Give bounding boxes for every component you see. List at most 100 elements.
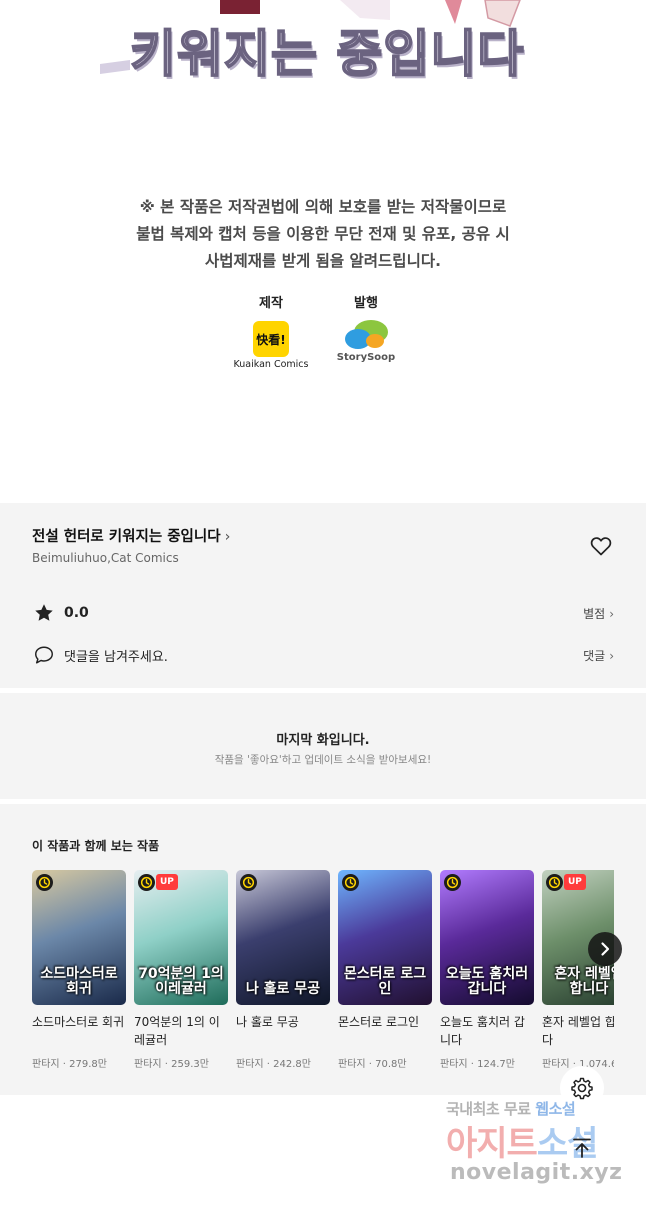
comment-link[interactable]: 댓글 › [583, 647, 614, 664]
recommendation-card[interactable]: 나 홀로 무공 나 홀로 무공 판타지 · 242.8만 [236, 870, 330, 1070]
series-title-link[interactable]: 전설 헌터로 키워지는 중입니다 › [32, 525, 230, 546]
production-label: 제작 [259, 296, 283, 311]
comment-link-label: 댓글 [583, 648, 606, 663]
scroll-top-button[interactable] [566, 1132, 598, 1164]
comic-panel: 키워지는 중입니다 ※ 본 작품은 저작권법에 의해 보호를 받는 저작물이므로… [0, 0, 646, 503]
comment-prompt: 댓글을 남겨주세요. [64, 649, 168, 665]
rating-link[interactable]: 별점 › [583, 605, 614, 622]
recommendation-card[interactable]: UP혼자 레벨업 합니다혼자 레벨업 합니다판타지 · 1,074.6 [542, 870, 614, 1070]
up-badge: UP [564, 874, 586, 890]
recommendation-card[interactable]: 소드마스터로 회귀 소드마스터로 회귀 판타지 · 279.8만 [32, 870, 126, 1070]
recommendation-title: 오늘도 훔치러 갑니다 [440, 1015, 525, 1047]
rating-link-label: 별점 [583, 606, 606, 621]
carousel-next-button[interactable] [588, 932, 622, 966]
recommendation-views: 259.3만 [171, 1059, 209, 1070]
recommendation-views: 70.8만 [375, 1059, 407, 1070]
rating-row: 0.0 별점 › [32, 601, 614, 625]
storysoop-logo [341, 319, 391, 351]
recommendation-genre: 판타지 [440, 1059, 468, 1070]
star-icon [32, 601, 56, 625]
gear-icon [571, 1077, 593, 1100]
recommendation-meta: 판타지 · 242.8만 [236, 1055, 330, 1070]
recommendation-views: 124.7만 [477, 1059, 515, 1070]
recommendation-title: 혼자 레벨업 합니다 [542, 1015, 614, 1047]
copyright-notice: ※ 본 작품은 저작권법에 의해 보호를 받는 저작물이므로 불법 복제와 캡처… [0, 194, 646, 275]
notice-line: 불법 복제와 캡처 등을 이용한 무단 전재 및 유포, 공유 시 [136, 225, 510, 243]
clock-badge-icon [342, 874, 359, 891]
clock-badge-icon [240, 874, 257, 891]
recommendation-thumbnail: 오늘도 훔치러 갑니다 [440, 870, 534, 1005]
recommendation-meta: 판타지 · 70.8만 [338, 1055, 432, 1070]
series-authors: Beimuliuhuo,Cat Comics [32, 551, 179, 565]
clock-badge-icon [138, 874, 155, 891]
divider [0, 799, 646, 804]
recommendation-meta: 판타지 · 259.3만 [134, 1055, 228, 1070]
series-title: 전설 헌터로 키워지는 중입니다 [32, 529, 221, 545]
last-episode-title: 마지막 화입니다. [276, 733, 370, 748]
recommendation-thumbnail: UP 70억분의 1의 이레귤러 [134, 870, 228, 1005]
recommendation-card[interactable]: UP 70억분의 1의 이레귤러 70억분의 1의 이레귤러판타지 · 259.3만 [134, 870, 228, 1070]
up-badge: UP [156, 874, 178, 890]
recommendation-card[interactable]: 오늘도 훔치러 갑니다 오늘도 훔치러 갑니다 판타지 · 124.7만 [440, 870, 534, 1070]
clock-badge-icon [546, 874, 563, 891]
recommendation-genre: 판타지 [236, 1059, 264, 1070]
watermark-line2-pink: 아지트 [446, 1124, 538, 1164]
recommendation-thumbnail: 나 홀로 무공 [236, 870, 330, 1005]
thumbnail-title-art: 나 홀로 무공 [245, 981, 321, 997]
recommendation-genre: 판타지 [542, 1059, 570, 1070]
separator-dot: · [59, 1059, 70, 1070]
production-name: Kuaikan Comics [233, 359, 309, 370]
comment-row[interactable]: 댓글을 남겨주세요. 댓글 › [32, 643, 614, 667]
comment-bubble-icon [32, 643, 56, 667]
separator-dot: · [263, 1059, 274, 1070]
watermark: 국내최초 무료 웹소설 아지트소설 novelagit.xyz [446, 1098, 626, 1193]
recommendation-meta: 판타지 · 124.7만 [440, 1055, 534, 1070]
thumbnail-title-art: 혼자 레벨업 합니다 [554, 966, 614, 997]
kuaikan-logo: 快看! [253, 321, 289, 357]
publisher-credit: 발행 StorySoop [316, 292, 416, 363]
separator-dot: · [365, 1059, 376, 1070]
thumbnail-title-art: 몬스터로 로그인 [343, 966, 427, 997]
recommendation-genre: 판타지 [32, 1059, 60, 1070]
title-art-text: 키워지는 중입니다 [129, 24, 525, 84]
recommendation-title: 소드마스터로 회귀 [32, 1015, 125, 1029]
chevron-right-icon: › [609, 606, 614, 621]
chevron-right-icon: › [224, 529, 231, 545]
heart-icon [590, 537, 612, 556]
clock-badge-icon [444, 874, 461, 891]
recommendation-genre: 판타지 [134, 1059, 162, 1070]
recommendations-list: 소드마스터로 회귀 소드마스터로 회귀 판타지 · 279.8만 UP 70억분의 1의… [32, 870, 614, 1080]
recommendation-views: 242.8만 [273, 1059, 311, 1070]
thumbnail-title-art: 오늘도 훔치러 갑니다 [445, 966, 529, 997]
recommendations-heading: 이 작품과 함께 보는 작품 [32, 839, 160, 853]
chevron-right-icon: › [609, 648, 614, 663]
recommendation-meta: 판타지 · 279.8만 [32, 1055, 126, 1070]
recommendation-views: 279.8만 [69, 1059, 107, 1070]
recommendation-genre: 판타지 [338, 1059, 366, 1070]
thumbnail-title-art: 70억분의 1의 이레귤러 [138, 966, 224, 997]
credits: 제작 快看! Kuaikan Comics 발행 StorySoop [0, 292, 646, 372]
recommendation-card[interactable]: 몬스터로 로그인 몬스터로 로그인 판타지 · 70.8만 [338, 870, 432, 1070]
like-heart-button[interactable] [589, 534, 613, 558]
clock-badge-icon [36, 874, 53, 891]
publisher-label: 발행 [354, 296, 378, 311]
production-credit: 제작 快看! Kuaikan Comics [221, 292, 321, 370]
recommendation-thumbnail: 몬스터로 로그인 [338, 870, 432, 1005]
thumbnail-title-art: 소드마스터로 회귀 [40, 966, 118, 997]
recommendation-title: 몬스터로 로그인 [338, 1015, 420, 1029]
kuaikan-logo-text: 快看! [256, 332, 286, 347]
publisher-name: StorySoop [336, 352, 396, 363]
recommendation-title: 70억분의 1의 이레귤러 [134, 1015, 220, 1047]
rating-value: 0.0 [64, 605, 89, 621]
notice-line: 사법제재를 받게 됨을 알려드립니다. [205, 252, 441, 270]
divider [0, 688, 646, 693]
chevron-right-icon [601, 942, 610, 956]
notice-line: ※ 본 작품은 저작권법에 의해 보호를 받는 저작물이므로 [139, 198, 507, 216]
title-art-image: 키워지는 중입니다 [90, 0, 570, 100]
recommendation-title: 나 홀로 무공 [236, 1015, 299, 1029]
separator-dot: · [161, 1059, 172, 1070]
last-episode-subtitle: 작품을 '좋아요'하고 업데이트 소식을 받아보세요! [214, 754, 432, 766]
arrow-up-icon [573, 1138, 591, 1158]
recommendation-thumbnail: 소드마스터로 회귀 [32, 870, 126, 1005]
separator-dot: · [467, 1059, 478, 1070]
